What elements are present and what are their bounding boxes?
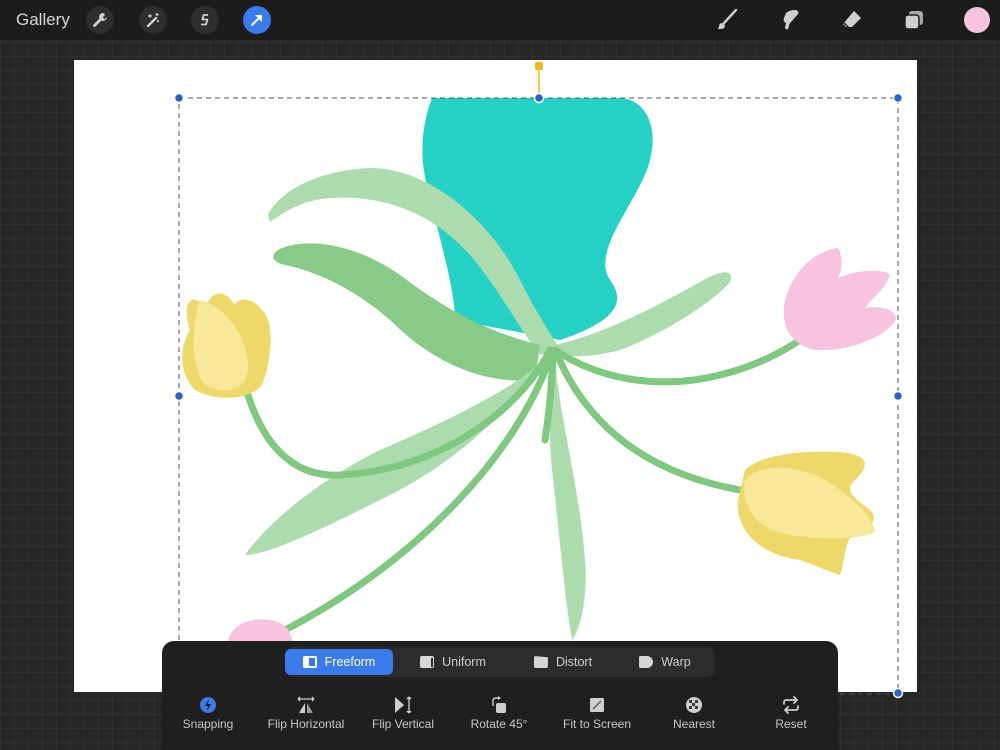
rotate-icon xyxy=(492,696,506,713)
layers-icon xyxy=(904,11,923,30)
pink-tulip xyxy=(783,248,896,351)
smudge-button[interactable] xyxy=(776,6,804,34)
snapping-button[interactable]: Snapping xyxy=(178,695,238,731)
freeform-icon xyxy=(302,656,317,668)
brush-icon xyxy=(717,8,738,29)
drawing-canvas[interactable] xyxy=(74,60,917,692)
selection-s-icon xyxy=(201,14,209,26)
transform-mode-selector: Freeform Uniform Distort Warp xyxy=(285,647,715,677)
mode-distort[interactable]: Distort xyxy=(513,649,613,675)
top-toolbar: Gallery xyxy=(0,0,1000,40)
warp-icon xyxy=(639,656,654,668)
layers-button[interactable] xyxy=(900,6,928,34)
distort-icon xyxy=(533,656,548,668)
gallery-button[interactable]: Gallery xyxy=(16,10,70,30)
uniform-icon xyxy=(420,656,435,668)
snapping-icon xyxy=(200,697,216,713)
eraser-icon xyxy=(843,11,861,30)
mode-uniform[interactable]: Uniform xyxy=(403,649,503,675)
smudge-icon xyxy=(783,10,799,30)
fit-to-screen-icon xyxy=(590,698,604,712)
transform-button[interactable] xyxy=(243,6,271,34)
color-picker-button[interactable] xyxy=(964,7,990,33)
reset-icon xyxy=(783,696,799,714)
flip-horizontal-icon xyxy=(297,696,315,713)
mode-warp[interactable]: Warp xyxy=(615,649,715,675)
flip-vertical-icon xyxy=(395,696,412,714)
stem xyxy=(552,348,744,494)
selection-button[interactable] xyxy=(191,6,219,34)
magic-wand-icon xyxy=(146,13,159,28)
rotate-handle xyxy=(535,62,543,70)
transform-arrow-icon xyxy=(251,15,262,26)
transform-panel: Freeform Uniform Distort Warp Snapping F… xyxy=(162,641,838,750)
brush-button[interactable] xyxy=(713,6,741,34)
nearest-button[interactable]: Nearest xyxy=(662,695,726,731)
eraser-button[interactable] xyxy=(838,6,866,34)
yellow-tulip xyxy=(737,451,875,575)
adjustments-button[interactable] xyxy=(139,6,167,34)
actions-button[interactable] xyxy=(86,6,114,34)
flip-horizontal-button[interactable]: Flip Horizontal xyxy=(262,695,350,731)
fit-to-screen-button[interactable]: Fit to Screen xyxy=(557,695,637,731)
mode-freeform[interactable]: Freeform xyxy=(285,649,393,675)
artwork xyxy=(182,98,896,650)
nearest-icon xyxy=(686,697,702,713)
rotate-45-button[interactable]: Rotate 45° xyxy=(464,695,534,731)
reset-button[interactable]: Reset xyxy=(766,695,816,731)
yellow-tulip xyxy=(182,293,271,398)
flip-vertical-button[interactable]: Flip Vertical xyxy=(366,695,440,731)
wrench-icon xyxy=(93,13,107,27)
